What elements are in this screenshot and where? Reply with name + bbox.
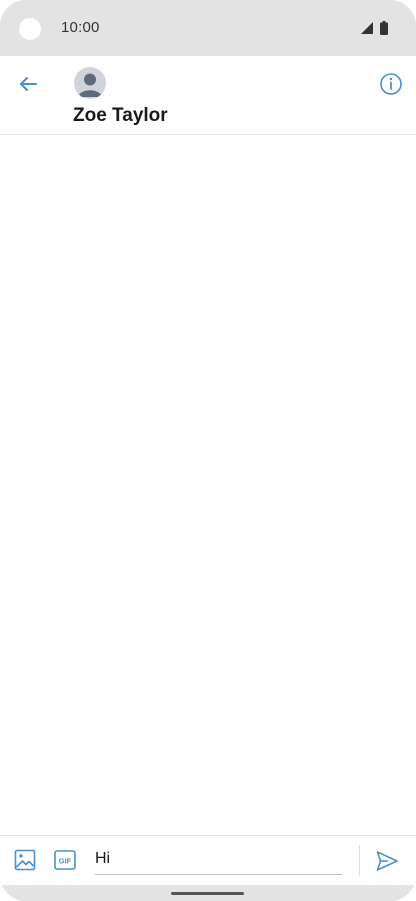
send-icon[interactable] <box>375 849 399 873</box>
back-arrow-icon <box>20 77 37 91</box>
battery-icon <box>380 21 388 35</box>
conversation-screen: Zoe Taylor GIF <box>0 56 416 886</box>
compose-bar: GIF <box>0 835 416 886</box>
status-bar: 10:00 <box>0 0 416 56</box>
message-input[interactable] <box>95 844 342 875</box>
contact-name[interactable]: Zoe Taylor <box>73 105 168 127</box>
camera-cutout <box>19 18 41 40</box>
svg-text:GIF: GIF <box>59 857 72 866</box>
conversation-header: Zoe Taylor <box>0 56 416 135</box>
avatar-placeholder-icon <box>78 73 102 97</box>
image-icon[interactable] <box>14 849 36 871</box>
compose-divider <box>359 845 360 876</box>
gif-icon[interactable]: GIF <box>54 850 76 870</box>
message-list[interactable] <box>0 135 416 835</box>
avatar[interactable] <box>74 67 106 99</box>
signal-icon <box>361 22 373 34</box>
info-icon[interactable] <box>379 72 403 96</box>
home-handle[interactable] <box>171 892 244 895</box>
navigation-bar <box>0 885 416 901</box>
phone-frame: 10:00 Zoe Taylor GIF Hi <box>0 0 416 901</box>
back-button[interactable] <box>14 70 42 98</box>
status-time: 10:00 <box>61 19 100 36</box>
